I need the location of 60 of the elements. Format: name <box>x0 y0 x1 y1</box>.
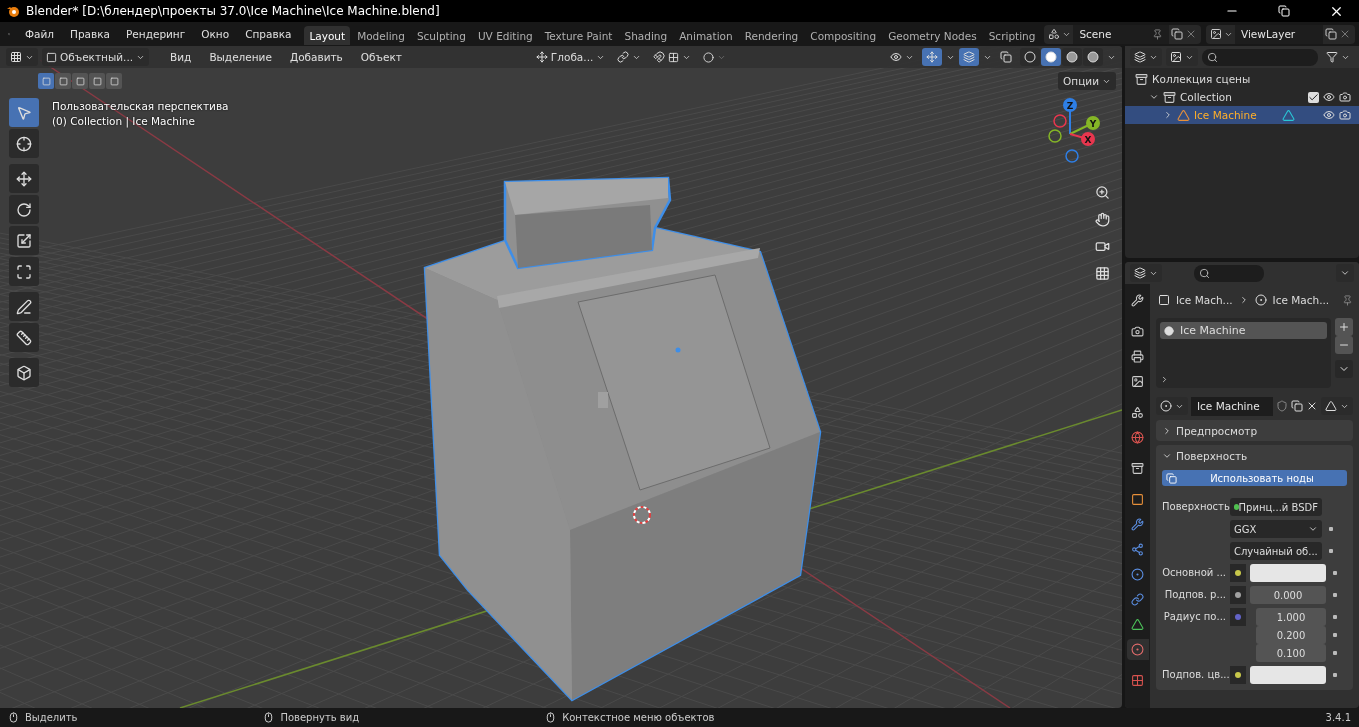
use-nodes-button[interactable]: Использовать ноды <box>1162 470 1347 486</box>
mode-dropdown[interactable]: Объектный... <box>42 48 150 66</box>
version-label: 3.4.1 <box>1325 712 1351 723</box>
menu-item[interactable]: Рендеринг <box>119 26 193 42</box>
field-label: Подпов. р... <box>1163 588 1226 600</box>
status-hint: Выделить <box>25 712 78 723</box>
outliner-label: Ice Machine <box>1194 109 1257 121</box>
menu-item[interactable]: Справка <box>238 26 299 42</box>
number-field[interactable]: 0.100 <box>1256 644 1326 662</box>
number-field[interactable]: 1.000 <box>1256 608 1326 626</box>
status-hint: Контекстное меню объектов <box>562 712 715 723</box>
axis-label: Z <box>1066 100 1074 111</box>
outliner-label: Коллекция сцены <box>1152 73 1251 85</box>
menu-item[interactable]: Объект <box>353 49 409 65</box>
scene-field[interactable]: Scene <box>1073 24 1170 44</box>
axis-label: X <box>1084 134 1092 145</box>
orientation-dropdown[interactable]: Глоба... <box>531 48 610 66</box>
number-field[interactable]: 0.200 <box>1256 626 1326 644</box>
workspace-tab[interactable]: Scripting <box>983 26 1041 45</box>
menu-item[interactable]: Правка <box>63 26 117 42</box>
dropdown[interactable]: Случайный об... <box>1230 542 1322 560</box>
material-name-field[interactable]: Ice Machine <box>1191 396 1273 416</box>
workspace-tab[interactable]: Texture Paint <box>539 26 618 45</box>
workspace-tab[interactable]: Modeling <box>352 26 410 45</box>
menu-item[interactable]: Добавить <box>282 49 350 65</box>
workspace-tab[interactable]: Rendering <box>739 26 804 45</box>
viewport-info: (0) Collection | Ice Machine <box>52 115 196 127</box>
breadcrumb-item: Ice Mach... <box>1272 294 1330 306</box>
field-label: Основной ... <box>1162 566 1226 578</box>
outliner-row[interactable]: Коллекция сцены <box>1125 70 1359 88</box>
breadcrumb-item: Ice Mach... <box>1176 294 1233 306</box>
view-layer-selector[interactable]: ViewLayer <box>1206 24 1355 44</box>
menu-item[interactable]: Выделение <box>202 49 279 65</box>
workspace-tab[interactable]: Layout <box>304 26 351 45</box>
window-title: Blender* [D:\блендер\проекты 37.0\Ice Machine\Ice Machine.blend] <box>26 4 441 18</box>
panel-header[interactable]: Предпросмотр <box>1156 420 1353 441</box>
number-field[interactable]: 0.000 <box>1250 586 1326 604</box>
outliner-row[interactable]: Collection <box>1125 88 1359 106</box>
status-hint: Повернуть вид <box>280 712 360 723</box>
options-dropdown[interactable]: Опции <box>1058 72 1116 90</box>
dropdown[interactable]: GGX <box>1230 520 1322 538</box>
menu-item[interactable]: Вид <box>163 49 199 65</box>
workspace-tab[interactable]: Sculpting <box>411 26 471 45</box>
workspace-tab[interactable]: Geometry Nodes <box>883 26 982 45</box>
workspace-tab[interactable]: UV Editing <box>472 26 538 45</box>
workspace-tab[interactable]: Shading <box>619 26 673 45</box>
axis-label: Y <box>1089 118 1097 129</box>
viewport-info: Пользовательская перспектива <box>52 100 230 112</box>
outliner-row[interactable]: Ice Machine <box>1125 106 1359 124</box>
field-label: Радиус по... <box>1162 610 1226 622</box>
material-slot[interactable]: Ice Machine <box>1160 322 1327 339</box>
menu-item[interactable]: Файл <box>18 26 62 42</box>
scene-selector[interactable]: Scene <box>1044 24 1202 44</box>
menu-item[interactable]: Окно <box>194 26 237 42</box>
shader-link-field[interactable]: Принц...й BSDF <box>1230 498 1322 516</box>
outliner-label: Collection <box>1180 91 1232 103</box>
panel-header[interactable]: Поверхность <box>1156 445 1353 466</box>
workspace-tab[interactable]: Compositing <box>805 26 882 45</box>
workspace-tab[interactable]: Animation <box>674 26 738 45</box>
view-layer-field[interactable]: ViewLayer <box>1235 24 1323 44</box>
